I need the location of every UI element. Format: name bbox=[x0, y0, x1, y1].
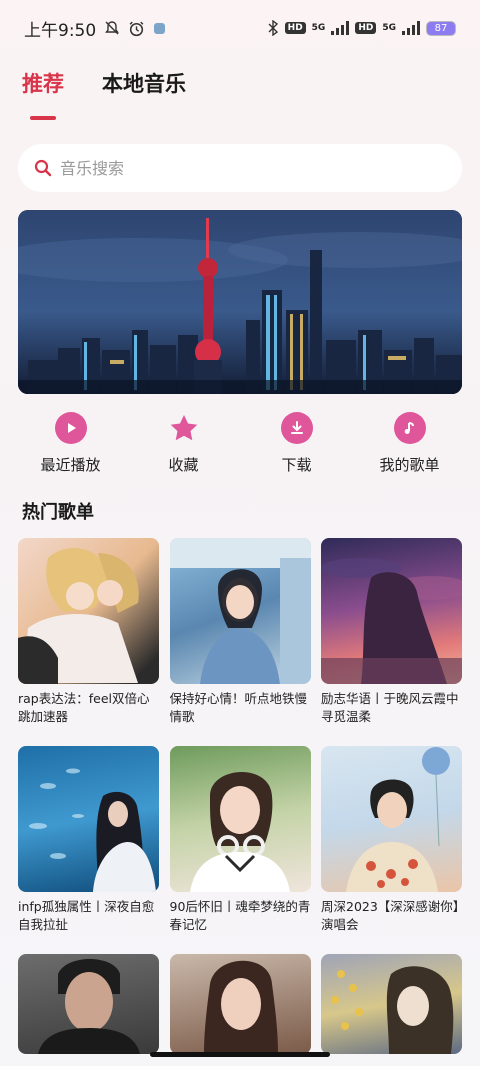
signal-icon-2 bbox=[402, 21, 420, 35]
playlist-card[interactable] bbox=[169, 954, 311, 1054]
playlist-card[interactable]: 保持好心情！听点地铁慢情歌 bbox=[169, 538, 311, 726]
playlist-grid: rap表达法：feel双倍心跳加速器 保持好心情！听点地铁慢情歌 励志华语丨于晚… bbox=[18, 538, 462, 1054]
playlist-title: 周深2023【深深感谢你】演唱会 bbox=[321, 899, 460, 932]
playlist-cover bbox=[169, 746, 311, 892]
status-time: 上午9:50 bbox=[24, 20, 97, 41]
download-icon bbox=[280, 412, 313, 444]
playlist-title: 励志华语丨于晚风云霞中寻觅温柔 bbox=[321, 691, 459, 724]
woman-portrait-photo bbox=[203, 960, 278, 1054]
favorites-button[interactable]: 收藏 bbox=[134, 412, 234, 475]
playlist-card[interactable] bbox=[18, 954, 159, 1054]
search-icon bbox=[34, 159, 52, 177]
favorites-label: 收藏 bbox=[168, 456, 199, 474]
recent-play-label: 最近播放 bbox=[40, 456, 101, 474]
playlist-cover bbox=[18, 538, 159, 684]
recent-play-button[interactable]: 最近播放 bbox=[21, 412, 121, 475]
banner-carousel[interactable] bbox=[18, 210, 462, 394]
playlist-title: 90后怀旧丨魂牵梦绕的青春记忆 bbox=[169, 899, 311, 932]
playlist-cover bbox=[18, 954, 159, 1054]
playlist-card[interactable]: 周深2023【深深感谢你】演唱会 bbox=[321, 746, 462, 934]
hd-badge: HD bbox=[284, 22, 306, 34]
status-right: HD 5G HD 5G 87 bbox=[267, 20, 456, 36]
aquarium-girl-photo bbox=[29, 768, 156, 892]
flower-girl-artwork bbox=[331, 966, 454, 1054]
home-indicator[interactable] bbox=[150, 1052, 330, 1057]
playlist-cover bbox=[169, 538, 311, 684]
dusk-girl-artwork bbox=[321, 558, 462, 684]
star-icon bbox=[168, 412, 200, 444]
city-skyline-image bbox=[18, 210, 462, 394]
active-tab-indicator bbox=[30, 116, 56, 120]
download-button[interactable]: 下载 bbox=[247, 412, 347, 475]
battery-icon: 87 bbox=[426, 20, 456, 36]
my-playlists-button[interactable]: 我的歌单 bbox=[360, 412, 460, 475]
bluetooth-icon bbox=[267, 20, 279, 36]
search-input[interactable] bbox=[60, 158, 440, 178]
network-5g-label-2: 5G bbox=[382, 23, 396, 33]
playlist-card[interactable]: infp孤独属性丨深夜自愈自我拉扯 bbox=[18, 746, 159, 934]
alarm-icon bbox=[128, 20, 145, 37]
tab-recommend[interactable]: 推荐 bbox=[22, 68, 64, 112]
status-bar: 上午9:50 HD 5G HD 5G 87 bbox=[0, 0, 480, 56]
playlist-title: rap表达法：feel双倍心跳加速器 bbox=[18, 691, 150, 724]
signal-icon bbox=[331, 21, 350, 35]
headphone-girl-photo bbox=[189, 771, 290, 892]
playlist-card[interactable]: rap表达法：feel双倍心跳加速器 bbox=[18, 538, 159, 726]
concert-poster-photo bbox=[346, 747, 450, 892]
playlist-cover bbox=[169, 954, 311, 1054]
status-left: 上午9:50 bbox=[24, 16, 166, 41]
playlist-card[interactable] bbox=[321, 954, 462, 1054]
playlist-cover bbox=[321, 954, 462, 1054]
hd-badge-2: HD bbox=[355, 22, 377, 34]
man-portrait-photo bbox=[38, 959, 140, 1054]
playlist-cover bbox=[18, 746, 159, 892]
subway-girl-photo bbox=[169, 538, 311, 684]
quick-actions: 最近播放 收藏 下载 我的歌单 bbox=[0, 412, 480, 475]
playlist-title: infp孤独属性丨深夜自愈自我拉扯 bbox=[18, 899, 155, 932]
playlist-title: 保持好心情！听点地铁慢情歌 bbox=[169, 691, 308, 724]
hot-playlists-title: 热门歌单 bbox=[22, 502, 94, 523]
tab-local-music[interactable]: 本地音乐 bbox=[102, 68, 186, 112]
top-tabs: 推荐 本地音乐 bbox=[22, 68, 186, 112]
music-note-icon bbox=[393, 412, 426, 444]
network-5g-label: 5G bbox=[311, 23, 326, 33]
my-playlists-label: 我的歌单 bbox=[379, 456, 440, 474]
search-bar[interactable] bbox=[18, 144, 462, 192]
playlist-cover bbox=[321, 538, 462, 684]
app-notification-icon bbox=[153, 22, 166, 35]
play-icon bbox=[54, 412, 87, 444]
anime-couple-artwork bbox=[18, 547, 139, 684]
mute-bell-icon bbox=[104, 20, 120, 36]
playlist-card[interactable]: 励志华语丨于晚风云霞中寻觅温柔 bbox=[321, 538, 462, 726]
playlist-cover bbox=[321, 746, 462, 892]
download-label: 下载 bbox=[281, 456, 312, 474]
playlist-card[interactable]: 90后怀旧丨魂牵梦绕的青春记忆 bbox=[169, 746, 311, 934]
